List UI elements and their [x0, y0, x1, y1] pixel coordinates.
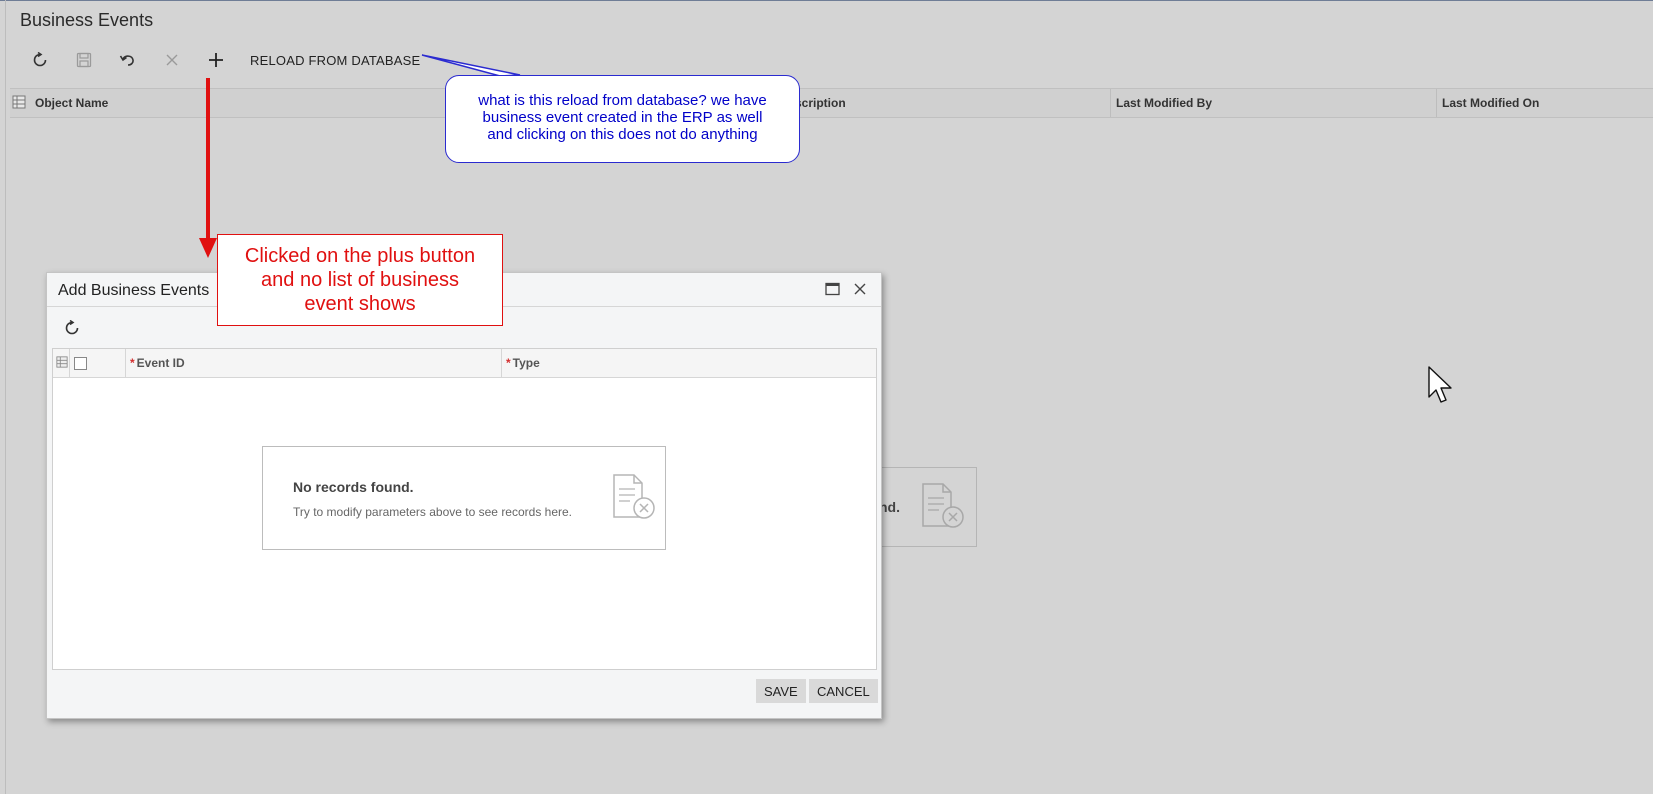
callout-line: Clicked on the plus button	[244, 245, 476, 267]
bubble-tail	[421, 54, 521, 77]
callout-line: event shows	[304, 293, 416, 315]
annotation-bubble: what is this reload from database? we ha…	[445, 75, 800, 163]
mouse-cursor-icon	[1428, 366, 1452, 403]
bubble-line: business event created in the ERP as wel…	[482, 109, 763, 126]
bubble-line: what is this reload from database? we ha…	[478, 92, 767, 109]
callout-arrow-head	[199, 238, 217, 258]
annotation-callout: Clicked on the plus button and no list o…	[217, 234, 503, 326]
bubble-line: and clicking on this does not do anythin…	[487, 126, 758, 143]
annotation-overlay	[199, 54, 521, 258]
callout-line: and no list of business	[261, 269, 459, 291]
